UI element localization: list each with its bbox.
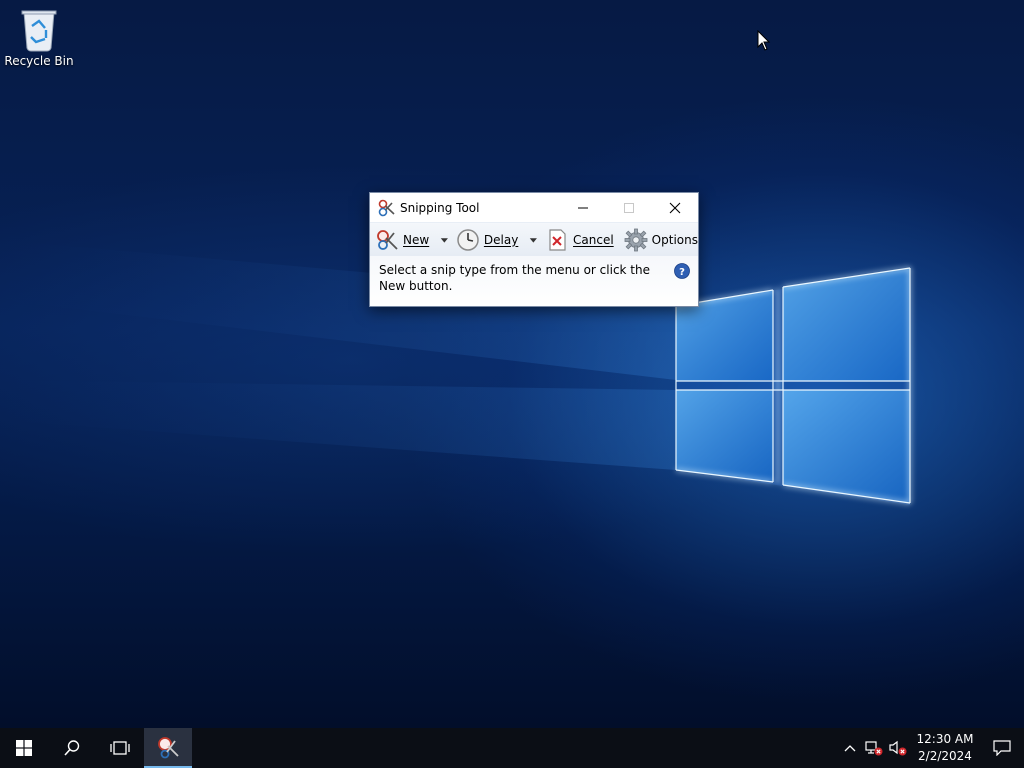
task-view-icon [110,741,130,755]
action-center-icon [993,740,1011,756]
options-label: Options [651,232,698,247]
new-snip-icon [377,229,398,250]
snipping-tool-window: Snipping Tool New Delay Cancel Options S… [369,192,699,307]
network-disconnected-icon [865,741,883,756]
clock[interactable]: 12:30 AM 2/2/2024 [910,731,980,765]
clock-time: 12:30 AM [916,732,974,746]
task-view-button[interactable] [96,728,144,768]
maximize-icon [624,202,634,213]
gear-icon [624,228,648,251]
toolbar: New Delay Cancel Options [370,222,698,256]
status-message-area: Select a snip type from the menu or clic… [370,256,698,306]
title-bar[interactable]: Snipping Tool [370,193,698,222]
delay-dropdown-arrow-icon[interactable] [528,234,539,246]
minimize-icon [578,207,588,208]
volume-button[interactable] [886,728,910,768]
new-dropdown-arrow-icon[interactable] [439,234,450,246]
taskbar-app-snipping-tool[interactable] [144,728,192,768]
search-icon [64,740,80,756]
chevron-up-icon [844,745,856,752]
show-hidden-icons-button[interactable] [838,728,862,768]
recycle-bin-icon [21,10,57,52]
recycle-bin-label: Recycle Bin [4,54,74,68]
clock-date: 2/2/2024 [918,749,972,763]
minimize-button[interactable] [560,193,606,222]
network-status-button[interactable] [862,728,886,768]
windows-logo-wallpaper [0,240,911,505]
delay-button[interactable]: Delay [456,226,518,254]
taskbar: 12:30 AM 2/2/2024 [0,728,1024,768]
svg-text:?: ? [679,267,685,278]
scissors-icon [378,199,395,216]
cancel-label: Cancel [573,232,614,247]
new-button[interactable]: New [375,226,429,254]
action-center-button[interactable] [980,728,1024,768]
status-message: Select a snip type from the menu or clic… [379,263,651,293]
recycle-bin-shortcut[interactable]: Recycle Bin [4,6,74,78]
window-title: Snipping Tool [400,200,480,215]
snipping-tool-icon [158,737,179,759]
cancel-icon [549,228,566,251]
mouse-cursor-icon [757,30,771,51]
delay-label: Delay [483,232,519,247]
help-icon[interactable]: ? [674,263,690,279]
start-button[interactable] [0,728,48,768]
options-button[interactable]: Options [624,226,698,254]
desktop: Recycle Bin [0,0,1024,728]
volume-muted-icon [889,740,907,756]
clock-icon [457,228,479,251]
windows-start-icon [16,740,32,756]
new-label: New [403,232,430,247]
cancel-button[interactable]: Cancel [545,226,614,254]
system-tray: 12:30 AM 2/2/2024 [838,728,1024,768]
search-button[interactable] [48,728,96,768]
close-icon [669,202,681,213]
close-button[interactable] [652,193,698,222]
maximize-button[interactable] [606,193,652,222]
